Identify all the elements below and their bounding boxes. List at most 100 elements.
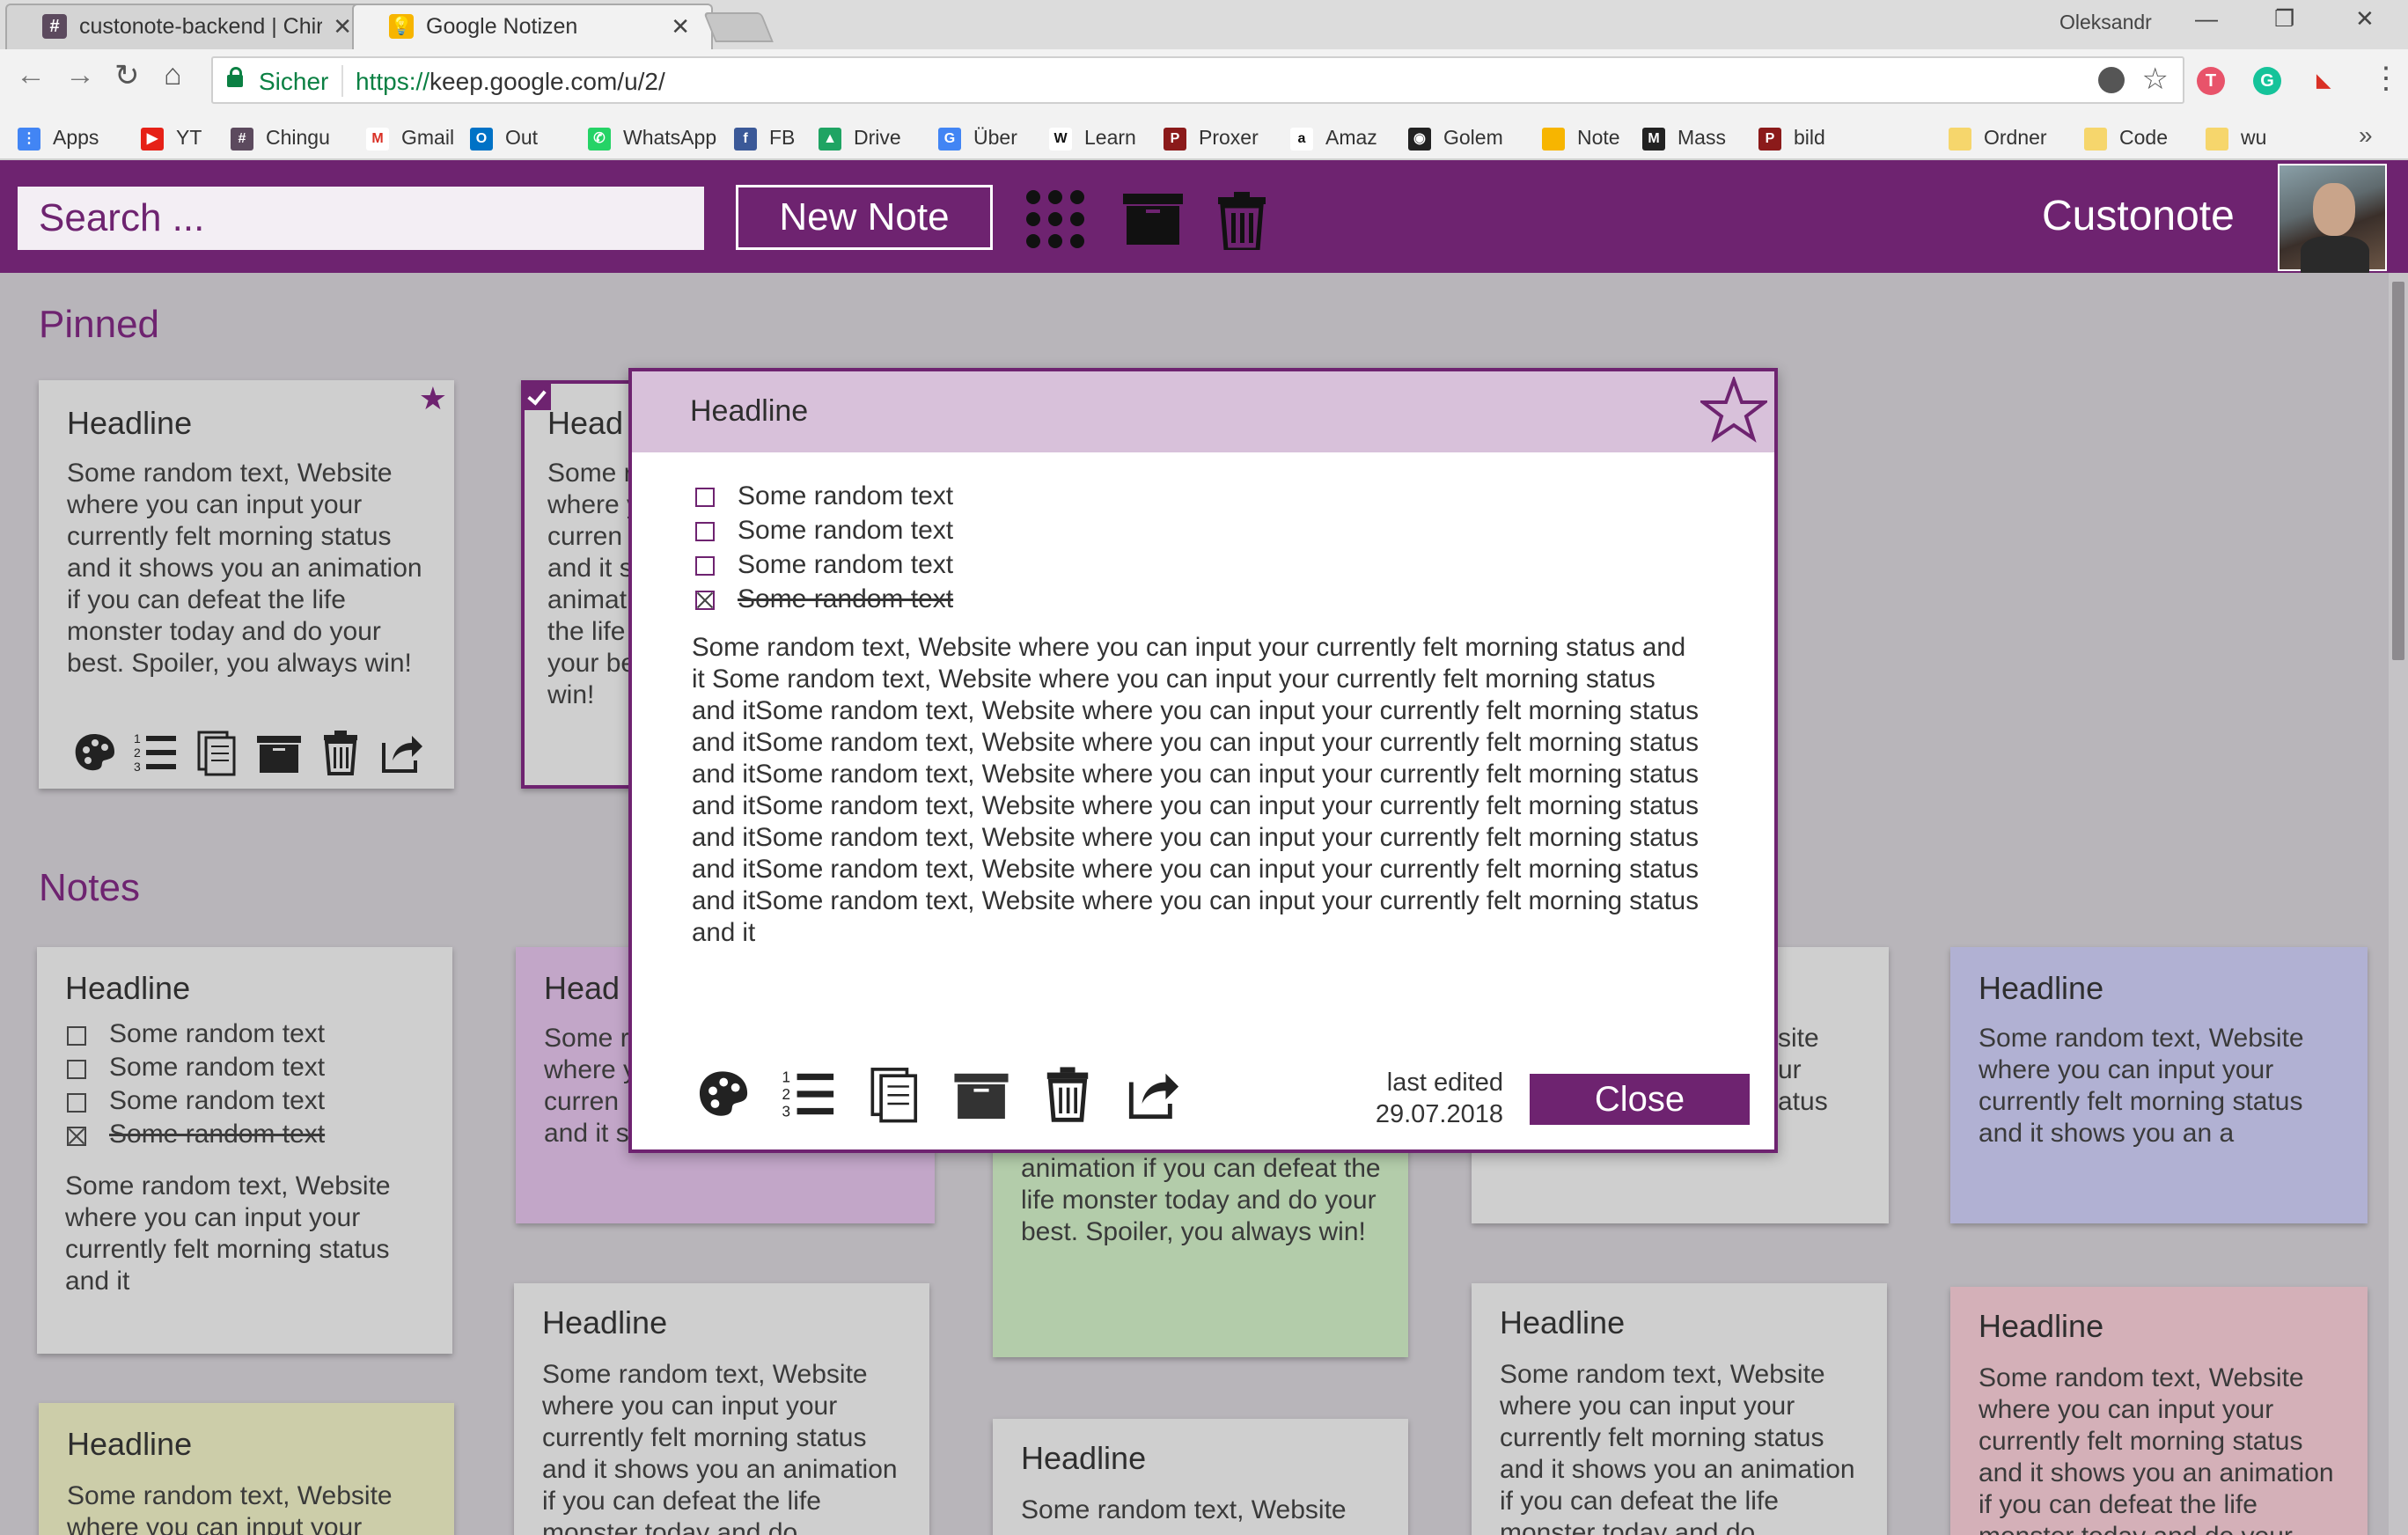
- bookmark-note[interactable]: Note: [1542, 123, 1620, 151]
- grid-view-icon[interactable]: [1026, 190, 1084, 248]
- bookmark-chingu[interactable]: # Chingu: [231, 123, 330, 151]
- copy-note-icon[interactable]: [194, 729, 241, 776]
- trash-icon[interactable]: [1039, 1065, 1097, 1123]
- note-line: atus: [1778, 1087, 1828, 1116]
- checklist-item[interactable]: Some random text: [65, 1084, 325, 1118]
- note-card[interactable]: Headline Some random text, Website where…: [39, 1403, 454, 1535]
- checklist-item[interactable]: Some random text: [65, 1118, 325, 1151]
- checkbox-checked[interactable]: [695, 591, 715, 610]
- close-window-icon[interactable]: ✕: [2355, 5, 2375, 33]
- checklist-item[interactable]: Some random text: [694, 513, 953, 547]
- tab-google-notizen[interactable]: 💡 Google Notizen ✕: [352, 4, 713, 49]
- page-scrollbar[interactable]: [2389, 273, 2408, 1535]
- trash-icon[interactable]: [1218, 192, 1266, 250]
- checklist-item[interactable]: Some random text: [694, 547, 953, 582]
- checklist-icon[interactable]: 123: [132, 729, 180, 776]
- archive-icon[interactable]: [1121, 192, 1185, 246]
- bookmark-wu[interactable]: wu: [2206, 123, 2266, 151]
- checklist-item-text: Some random text: [109, 1086, 326, 1115]
- minimize-icon[interactable]: —: [2195, 5, 2218, 33]
- new-note-button[interactable]: New Note: [736, 185, 993, 250]
- close-tab-icon[interactable]: ✕: [671, 4, 690, 49]
- bookmark-code[interactable]: Code: [2084, 123, 2168, 151]
- archive-icon[interactable]: [952, 1065, 1010, 1123]
- bookmark-star-icon[interactable]: ☆: [2142, 62, 2169, 97]
- bookmark-mass[interactable]: M Mass: [1642, 123, 1726, 151]
- note-card[interactable]: ★ Headline Some random text, Website whe…: [39, 380, 454, 789]
- palette-icon[interactable]: [694, 1065, 752, 1123]
- bookmark-proxer[interactable]: P Proxer: [1164, 123, 1259, 151]
- translate-icon[interactable]: [2098, 67, 2125, 93]
- checkbox-checked[interactable]: [67, 1127, 86, 1146]
- slack-hash-icon: #: [42, 14, 67, 39]
- extension-t-icon[interactable]: T: [2197, 67, 2225, 95]
- checklist-item[interactable]: Some random text: [65, 1051, 325, 1084]
- svg-text:1: 1: [782, 1069, 790, 1086]
- note-card[interactable]: Headline Some random text Some random te…: [37, 947, 452, 1354]
- bookmark-whatsapp[interactable]: ✆ WhatsApp: [588, 123, 716, 151]
- avatar[interactable]: [2278, 164, 2387, 273]
- bookmark-out[interactable]: O Out: [470, 123, 538, 151]
- checklist-icon[interactable]: 123: [780, 1065, 838, 1123]
- dialog-headline[interactable]: Headline: [690, 394, 808, 429]
- checkbox[interactable]: [67, 1026, 86, 1046]
- share-icon[interactable]: [378, 729, 426, 776]
- palette-icon[interactable]: [70, 729, 118, 776]
- more-bookmarks-icon[interactable]: »: [2359, 121, 2373, 150]
- bookmark-apps[interactable]: ⋮ Apps: [18, 123, 99, 151]
- grammarly-icon[interactable]: G: [2253, 67, 2281, 95]
- profile-name[interactable]: Oleksandr: [2059, 11, 2152, 34]
- note-card[interactable]: Headline Some random text, Website: [993, 1419, 1408, 1535]
- note-card[interactable]: Headline Some random text, Website where…: [514, 1283, 929, 1535]
- checkbox[interactable]: [695, 488, 715, 507]
- note-card[interactable]: Headline Some random text, Website where…: [1950, 947, 2368, 1223]
- reload-icon[interactable]: ↻: [114, 58, 140, 93]
- scrollbar-thumb[interactable]: [2392, 282, 2404, 660]
- bookmark-über[interactable]: G Über: [938, 123, 1017, 151]
- checkbox[interactable]: [695, 522, 715, 541]
- address-bar[interactable]: Sicher https://keep.google.com/u/2/ ☆: [211, 56, 2184, 104]
- checklist-item[interactable]: Some random text: [694, 582, 953, 616]
- back-icon[interactable]: ←: [16, 58, 46, 92]
- bookmark-golem[interactable]: ◉ Golem: [1408, 123, 1503, 151]
- share-icon[interactable]: [1125, 1065, 1183, 1123]
- search-input[interactable]: [18, 187, 704, 250]
- home-icon[interactable]: ⌂: [164, 58, 182, 92]
- checklist-item[interactable]: Some random text: [694, 479, 953, 513]
- bookmark-fb[interactable]: f FB: [734, 123, 795, 151]
- forward-icon[interactable]: →: [65, 58, 95, 92]
- checkbox[interactable]: [67, 1060, 86, 1079]
- dialog-body-text[interactable]: Some random text, Website where you can …: [692, 632, 1704, 949]
- close-button[interactable]: Close: [1530, 1074, 1750, 1125]
- note-card[interactable]: Headline Some random text, Website where…: [1472, 1283, 1887, 1535]
- bookmark-label: Note: [1577, 126, 1620, 149]
- close-tab-icon[interactable]: ✕: [333, 4, 352, 49]
- bookmark-gmail[interactable]: M Gmail: [366, 123, 454, 151]
- tab-custonote-backend[interactable]: # custonote-backend | Chir ✕: [5, 4, 375, 49]
- browser-menu-icon[interactable]: ⋮: [2371, 63, 2401, 93]
- pin-star-icon[interactable]: [1700, 377, 1767, 444]
- folder-icon: [1949, 127, 1971, 151]
- bookmark-drive[interactable]: ▲ Drive: [819, 123, 901, 151]
- bookmark-amaz[interactable]: a Amaz: [1290, 123, 1377, 151]
- note-card[interactable]: Headline Some random text, Website where…: [1950, 1287, 2368, 1535]
- copy-note-icon[interactable]: [866, 1065, 924, 1123]
- bookmark-bild[interactable]: Pbild: [1758, 123, 1825, 151]
- bookmark-ordner[interactable]: Ordner: [1949, 123, 2047, 151]
- note-headline: Headline: [1500, 1304, 1626, 1340]
- checkbox[interactable]: [67, 1093, 86, 1113]
- archive-icon[interactable]: [255, 729, 303, 776]
- url-text[interactable]: https://keep.google.com/u/2/: [356, 68, 665, 96]
- bookmark-yt[interactable]: ▶ YT: [141, 123, 202, 151]
- bookmark-learn[interactable]: W Learn: [1049, 123, 1136, 151]
- dialog-header: Headline: [632, 371, 1774, 452]
- checklist-item[interactable]: Some random text: [65, 1017, 325, 1051]
- trash-icon[interactable]: [317, 729, 364, 776]
- new-tab-button[interactable]: [703, 12, 774, 42]
- restore-icon[interactable]: ❐: [2274, 5, 2294, 33]
- checkbox[interactable]: [695, 556, 715, 576]
- pinned-star-icon[interactable]: ★: [419, 380, 447, 417]
- acrobat-icon[interactable]: ◣: [2309, 67, 2338, 95]
- app-header: New Note Custonote: [0, 160, 2408, 273]
- svg-text:1: 1: [134, 731, 141, 745]
